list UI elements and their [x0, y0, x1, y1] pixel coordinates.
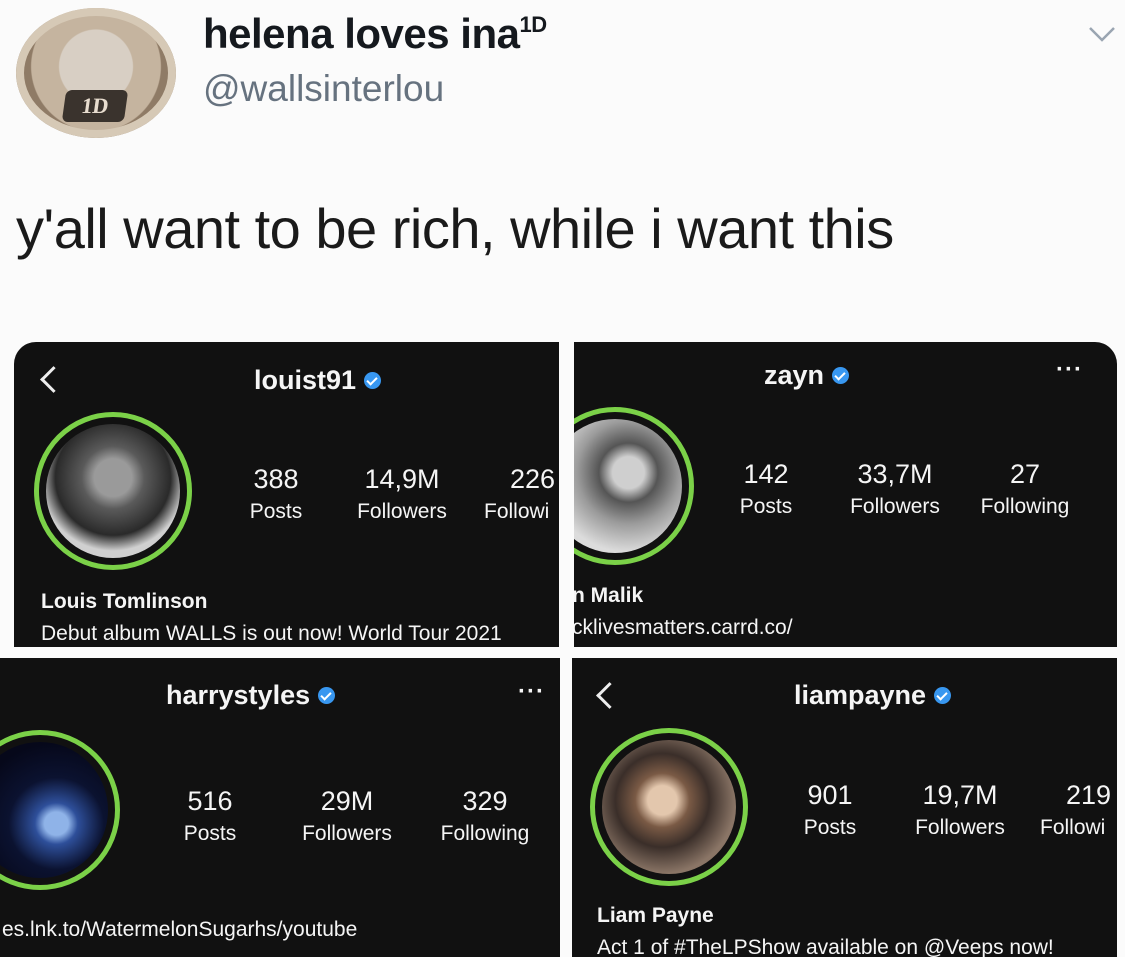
stat-value: 901: [807, 780, 853, 810]
username-text: zayn: [764, 360, 825, 390]
stat-value: 329: [462, 786, 508, 816]
profile-bio: n Malik cklivesmatters.carrd.co/: [574, 584, 793, 640]
stat-followers[interactable]: 33,7M Followers: [825, 459, 965, 519]
verified-icon: [364, 372, 382, 389]
stat-value: 516: [187, 786, 233, 816]
profile-username: liampayne: [794, 680, 952, 711]
profile-photo: [602, 740, 736, 874]
stat-label: Posts: [249, 500, 303, 523]
profile-photo: [0, 742, 108, 878]
stat-label: Followers: [302, 822, 392, 845]
profile-photo: [46, 424, 180, 558]
stat-label: Followi: [484, 500, 550, 523]
verified-icon: [934, 687, 952, 704]
stat-posts[interactable]: 901 Posts: [760, 780, 900, 840]
stat-label: Followers: [850, 495, 940, 518]
username-text: liampayne: [794, 680, 927, 710]
avatar-logo: 1D: [61, 90, 129, 122]
profile-card-liampayne: liampayne 901 Posts 19,7M Followers 219 Fol…: [572, 658, 1117, 957]
username-text: harrystyles: [166, 680, 311, 710]
stat-value: 14,9M: [364, 464, 440, 494]
stat-followers[interactable]: 29M Followers: [277, 786, 417, 846]
stat-following[interactable]: 329 Following: [415, 786, 555, 846]
stat-following[interactable]: 219 Followi: [1034, 780, 1117, 840]
profile-name: Liam Payne: [597, 904, 714, 927]
profile-bio: Louis Tomlinson Debut album WALLS is out…: [41, 590, 502, 646]
back-icon[interactable]: [40, 366, 67, 393]
profile-avatar[interactable]: [0, 730, 120, 890]
stat-label: Followers: [915, 816, 1005, 839]
profile-avatar[interactable]: [574, 407, 694, 565]
profile-name: Louis Tomlinson: [41, 590, 208, 613]
bio-text: Act 1 of #TheLPShow available on @Veeps …: [597, 936, 1054, 957]
bio-text: Debut album WALLS is out now! World Tour…: [41, 622, 502, 645]
profile-card-zayn: zayn ··· 142 Posts 33,7M Followers 27 Follo…: [574, 342, 1117, 647]
stat-value: 27: [1009, 459, 1041, 489]
verified-icon: [832, 367, 850, 384]
stat-posts[interactable]: 516 Posts: [140, 786, 280, 846]
stat-label: Posts: [739, 495, 793, 518]
stat-value: 19,7M: [922, 780, 998, 810]
profile-avatar[interactable]: [34, 412, 192, 570]
author-avatar[interactable]: 1D: [16, 8, 176, 138]
author-display-name[interactable]: helena loves ina1D: [203, 10, 547, 58]
stat-label: Following: [980, 495, 1070, 518]
profile-bio: es.lnk.to/WatermelonSugarhs/youtube: [2, 918, 357, 942]
tweet-text: y'all want to be rich, while i want this: [16, 197, 894, 260]
bio-link[interactable]: es.lnk.to/WatermelonSugarhs/youtube: [2, 918, 357, 941]
display-name-text: helena loves ina: [203, 10, 520, 57]
profile-username: harrystyles: [166, 680, 336, 711]
stat-following[interactable]: 226 Followi: [474, 464, 559, 524]
chevron-down-icon[interactable]: [1082, 20, 1122, 50]
profile-username: zayn: [764, 360, 850, 391]
stat-label: Following: [440, 822, 530, 845]
stat-posts[interactable]: 388 Posts: [206, 464, 346, 524]
profile-card-louist91: louist91 388 Posts 14,9M Followers 226 Foll…: [14, 342, 559, 647]
profile-card-harrystyles: harrystyles ··· 516 Posts 29M Followers 32…: [0, 658, 560, 957]
profile-username: louist91: [254, 365, 382, 396]
stat-label: Posts: [803, 816, 857, 839]
stat-value: 33,7M: [857, 459, 933, 489]
stat-label: Posts: [183, 822, 237, 845]
bio-link[interactable]: cklivesmatters.carrd.co/: [574, 616, 793, 639]
username-text: louist91: [254, 365, 357, 395]
stat-value: 142: [743, 459, 789, 489]
stat-followers[interactable]: 14,9M Followers: [332, 464, 472, 524]
stat-value: 219: [1066, 780, 1112, 810]
verified-icon: [318, 687, 336, 704]
profile-avatar[interactable]: [590, 728, 748, 886]
stat-label: Followi: [1040, 816, 1106, 839]
stat-label: Followers: [357, 500, 447, 523]
author-handle[interactable]: @wallsinterlou: [203, 68, 444, 110]
stat-following[interactable]: 27 Following: [955, 459, 1095, 519]
profile-bio: Liam Payne Act 1 of #TheLPShow available…: [597, 904, 1054, 957]
profile-name: n Malik: [574, 584, 644, 607]
more-options-icon[interactable]: ···: [1056, 356, 1083, 384]
back-icon[interactable]: [596, 682, 623, 709]
stat-value: 226: [510, 464, 556, 494]
display-name-suffix: 1D: [519, 12, 547, 37]
stat-posts[interactable]: 142 Posts: [696, 459, 836, 519]
stat-followers[interactable]: 19,7M Followers: [890, 780, 1030, 840]
stat-value: 29M: [320, 786, 374, 816]
stat-value: 388: [253, 464, 299, 494]
more-options-icon[interactable]: ···: [518, 678, 545, 706]
profile-photo: [574, 419, 682, 553]
